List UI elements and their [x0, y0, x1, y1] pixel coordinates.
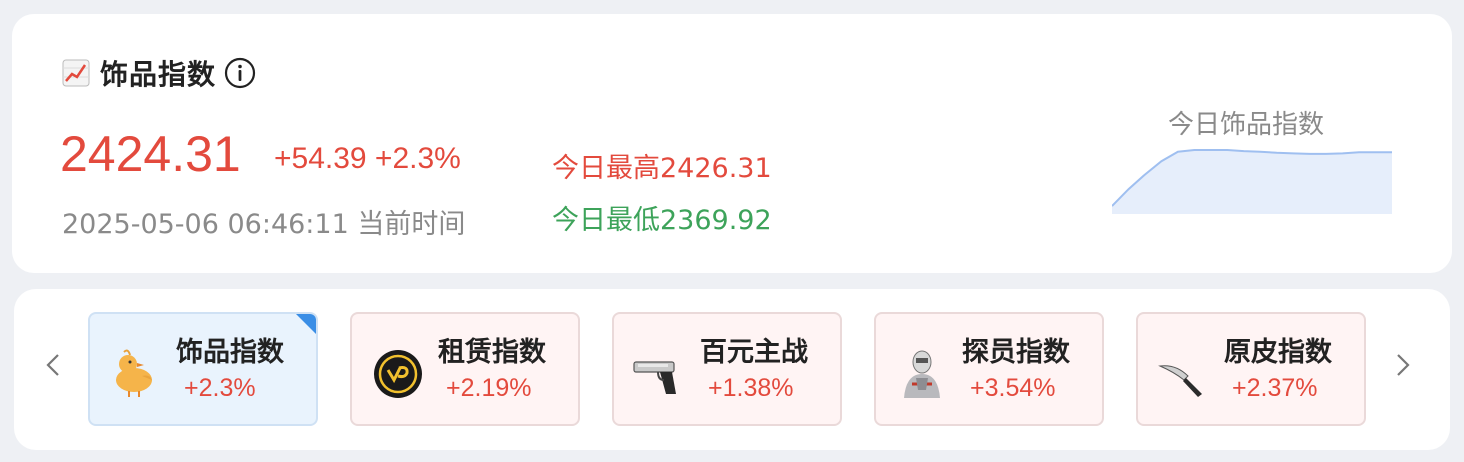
index-change: +54.39 +2.3% — [274, 142, 461, 175]
tile-rent-index[interactable]: 租赁指数 +2.19% — [350, 312, 580, 426]
sparkline-label: 今日饰品指数 — [1168, 110, 1325, 140]
title-row: 饰品指数 — [62, 56, 256, 91]
tile-jewelry-index[interactable]: 饰品指数 +2.3% — [88, 312, 318, 426]
today-sparkline[interactable] — [1112, 144, 1392, 214]
tile-name: 原皮指数 — [1224, 337, 1332, 368]
tile-change: +3.54% — [970, 374, 1056, 402]
today-high: 今日最高2426.31 — [552, 153, 772, 184]
index-summary-card: 饰品指数 2424.31 +54.39 +2.3% 2025-05-06 06:… — [12, 14, 1452, 273]
tile-hundred-main-weapon[interactable]: 百元主战 +1.38% — [612, 312, 842, 426]
tile-name: 探员指数 — [962, 337, 1070, 368]
index-selector-card: 饰品指数 +2.3% 租赁指数 +2.19% 百元主战 +1.38% 探员指数 … — [14, 289, 1450, 450]
page-title: 饰品指数 — [100, 58, 217, 91]
chevron-left-icon[interactable] — [38, 345, 68, 385]
tile-change: +1.38% — [708, 374, 794, 402]
chart-increasing-icon — [62, 59, 90, 87]
tile-name: 饰品指数 — [176, 337, 284, 368]
info-icon[interactable] — [224, 57, 256, 89]
sparkline-area — [1112, 150, 1392, 214]
chevron-right-icon[interactable] — [1388, 345, 1418, 385]
timestamp: 2025-05-06 06:46:11 当前时间 — [62, 209, 466, 240]
tile-change: +2.3% — [184, 374, 256, 402]
tile-vanilla-skin-index[interactable]: 原皮指数 +2.37% — [1136, 312, 1366, 426]
today-low: 今日最低2369.92 — [552, 205, 772, 236]
tile-agent-index[interactable]: 探员指数 +3.54% — [874, 312, 1104, 426]
index-price: 2424.31 — [60, 126, 241, 182]
tile-change: +2.37% — [1232, 374, 1318, 402]
tile-name: 百元主战 — [700, 337, 808, 368]
tile-name: 租赁指数 — [438, 337, 546, 368]
selected-corner-marker — [294, 314, 316, 336]
tile-change: +2.19% — [446, 374, 532, 402]
